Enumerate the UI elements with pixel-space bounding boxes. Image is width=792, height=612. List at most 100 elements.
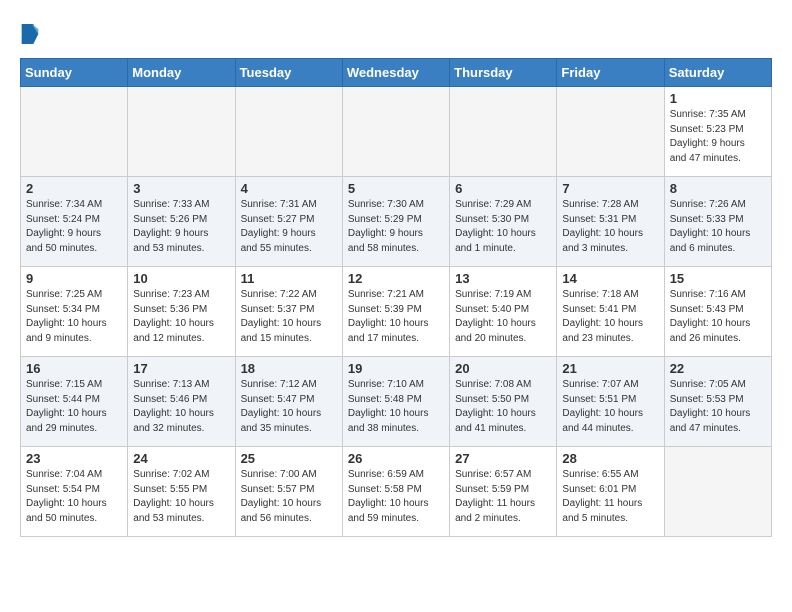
weekday-header-friday: Friday	[557, 59, 664, 87]
day-number: 19	[348, 361, 444, 376]
calendar-table: SundayMondayTuesdayWednesdayThursdayFrid…	[20, 58, 772, 537]
day-number: 18	[241, 361, 337, 376]
day-info: Sunrise: 7:18 AM Sunset: 5:41 PM Dayligh…	[562, 288, 658, 346]
day-info: Sunrise: 7:02 AM Sunset: 5:55 PM Dayligh…	[133, 468, 229, 526]
calendar-cell	[664, 447, 771, 537]
weekday-header-tuesday: Tuesday	[235, 59, 342, 87]
calendar-week-row: 2 Sunrise: 7:34 AM Sunset: 5:24 PM Daylig…	[21, 177, 772, 267]
day-info: Sunrise: 7:08 AM Sunset: 5:50 PM Dayligh…	[455, 378, 551, 436]
day-info: Sunrise: 7:19 AM Sunset: 5:40 PM Dayligh…	[455, 288, 551, 346]
day-info: Sunrise: 7:29 AM Sunset: 5:30 PM Dayligh…	[455, 198, 551, 256]
calendar-cell: 6 Sunrise: 7:29 AM Sunset: 5:30 PM Daylig…	[450, 177, 557, 267]
day-info: Sunrise: 7:12 AM Sunset: 5:47 PM Dayligh…	[241, 378, 337, 436]
day-number: 11	[241, 271, 337, 286]
day-info: Sunrise: 6:55 AM Sunset: 6:01 PM Dayligh…	[562, 468, 658, 526]
day-info: Sunrise: 6:59 AM Sunset: 5:58 PM Dayligh…	[348, 468, 444, 526]
weekday-header-thursday: Thursday	[450, 59, 557, 87]
day-number: 6	[455, 181, 551, 196]
day-info: Sunrise: 7:05 AM Sunset: 5:53 PM Dayligh…	[670, 378, 766, 436]
day-number: 22	[670, 361, 766, 376]
calendar-cell: 28 Sunrise: 6:55 AM Sunset: 6:01 PM Dayli…	[557, 447, 664, 537]
calendar-cell: 5 Sunrise: 7:30 AM Sunset: 5:29 PM Daylig…	[342, 177, 449, 267]
day-info: Sunrise: 7:21 AM Sunset: 5:39 PM Dayligh…	[348, 288, 444, 346]
calendar-cell: 22 Sunrise: 7:05 AM Sunset: 5:53 PM Dayli…	[664, 357, 771, 447]
day-info: Sunrise: 7:22 AM Sunset: 5:37 PM Dayligh…	[241, 288, 337, 346]
day-number: 25	[241, 451, 337, 466]
calendar-header-row: SundayMondayTuesdayWednesdayThursdayFrid…	[21, 59, 772, 87]
day-number: 9	[26, 271, 122, 286]
calendar-cell: 20 Sunrise: 7:08 AM Sunset: 5:50 PM Dayli…	[450, 357, 557, 447]
calendar-cell: 17 Sunrise: 7:13 AM Sunset: 5:46 PM Dayli…	[128, 357, 235, 447]
calendar-cell	[342, 87, 449, 177]
day-info: Sunrise: 7:33 AM Sunset: 5:26 PM Dayligh…	[133, 198, 229, 256]
day-number: 4	[241, 181, 337, 196]
calendar-cell	[557, 87, 664, 177]
calendar-cell: 7 Sunrise: 7:28 AM Sunset: 5:31 PM Daylig…	[557, 177, 664, 267]
calendar-cell: 13 Sunrise: 7:19 AM Sunset: 5:40 PM Dayli…	[450, 267, 557, 357]
day-number: 26	[348, 451, 444, 466]
day-number: 3	[133, 181, 229, 196]
weekday-header-sunday: Sunday	[21, 59, 128, 87]
calendar-week-row: 23 Sunrise: 7:04 AM Sunset: 5:54 PM Dayli…	[21, 447, 772, 537]
calendar-cell: 19 Sunrise: 7:10 AM Sunset: 5:48 PM Dayli…	[342, 357, 449, 447]
day-number: 14	[562, 271, 658, 286]
day-number: 28	[562, 451, 658, 466]
calendar-week-row: 1 Sunrise: 7:35 AM Sunset: 5:23 PM Daylig…	[21, 87, 772, 177]
day-info: Sunrise: 7:07 AM Sunset: 5:51 PM Dayligh…	[562, 378, 658, 436]
calendar-cell: 16 Sunrise: 7:15 AM Sunset: 5:44 PM Dayli…	[21, 357, 128, 447]
calendar-cell: 1 Sunrise: 7:35 AM Sunset: 5:23 PM Daylig…	[664, 87, 771, 177]
day-info: Sunrise: 7:15 AM Sunset: 5:44 PM Dayligh…	[26, 378, 122, 436]
weekday-header-saturday: Saturday	[664, 59, 771, 87]
calendar-cell	[128, 87, 235, 177]
day-info: Sunrise: 6:57 AM Sunset: 5:59 PM Dayligh…	[455, 468, 551, 526]
day-info: Sunrise: 7:35 AM Sunset: 5:23 PM Dayligh…	[670, 108, 766, 166]
day-number: 27	[455, 451, 551, 466]
day-number: 16	[26, 361, 122, 376]
day-info: Sunrise: 7:25 AM Sunset: 5:34 PM Dayligh…	[26, 288, 122, 346]
calendar-cell: 2 Sunrise: 7:34 AM Sunset: 5:24 PM Daylig…	[21, 177, 128, 267]
day-number: 7	[562, 181, 658, 196]
day-info: Sunrise: 7:30 AM Sunset: 5:29 PM Dayligh…	[348, 198, 444, 256]
day-info: Sunrise: 7:28 AM Sunset: 5:31 PM Dayligh…	[562, 198, 658, 256]
day-number: 23	[26, 451, 122, 466]
calendar-cell: 3 Sunrise: 7:33 AM Sunset: 5:26 PM Daylig…	[128, 177, 235, 267]
day-number: 24	[133, 451, 229, 466]
logo	[20, 20, 42, 48]
calendar-cell: 9 Sunrise: 7:25 AM Sunset: 5:34 PM Daylig…	[21, 267, 128, 357]
day-number: 20	[455, 361, 551, 376]
day-info: Sunrise: 7:04 AM Sunset: 5:54 PM Dayligh…	[26, 468, 122, 526]
calendar-cell: 4 Sunrise: 7:31 AM Sunset: 5:27 PM Daylig…	[235, 177, 342, 267]
calendar-cell: 15Sunrise: 7:16 AM Sunset: 5:43 PM Dayli…	[664, 267, 771, 357]
calendar-cell: 12 Sunrise: 7:21 AM Sunset: 5:39 PM Dayli…	[342, 267, 449, 357]
calendar-cell: 23 Sunrise: 7:04 AM Sunset: 5:54 PM Dayli…	[21, 447, 128, 537]
weekday-header-monday: Monday	[128, 59, 235, 87]
day-number: 13	[455, 271, 551, 286]
calendar-week-row: 9 Sunrise: 7:25 AM Sunset: 5:34 PM Daylig…	[21, 267, 772, 357]
calendar-cell: 10Sunrise: 7:23 AM Sunset: 5:36 PM Dayli…	[128, 267, 235, 357]
calendar-cell: 11 Sunrise: 7:22 AM Sunset: 5:37 PM Dayli…	[235, 267, 342, 357]
day-info: Sunrise: 7:31 AM Sunset: 5:27 PM Dayligh…	[241, 198, 337, 256]
day-number: 21	[562, 361, 658, 376]
day-number: 2	[26, 181, 122, 196]
day-number: 17	[133, 361, 229, 376]
day-info: Sunrise: 7:13 AM Sunset: 5:46 PM Dayligh…	[133, 378, 229, 436]
calendar-cell: 24 Sunrise: 7:02 AM Sunset: 5:55 PM Dayli…	[128, 447, 235, 537]
day-info: Sunrise: 7:10 AM Sunset: 5:48 PM Dayligh…	[348, 378, 444, 436]
day-info: Sunrise: 7:23 AM Sunset: 5:36 PM Dayligh…	[133, 288, 229, 346]
calendar-cell	[235, 87, 342, 177]
day-info: Sunrise: 7:26 AM Sunset: 5:33 PM Dayligh…	[670, 198, 766, 256]
calendar-cell: 18 Sunrise: 7:12 AM Sunset: 5:47 PM Dayli…	[235, 357, 342, 447]
page-header	[20, 20, 772, 48]
weekday-header-wednesday: Wednesday	[342, 59, 449, 87]
day-info: Sunrise: 7:00 AM Sunset: 5:57 PM Dayligh…	[241, 468, 337, 526]
day-info: Sunrise: 7:16 AM Sunset: 5:43 PM Dayligh…	[670, 288, 766, 346]
day-info: Sunrise: 7:34 AM Sunset: 5:24 PM Dayligh…	[26, 198, 122, 256]
day-number: 12	[348, 271, 444, 286]
calendar-cell	[21, 87, 128, 177]
day-number: 5	[348, 181, 444, 196]
calendar-cell: 8 Sunrise: 7:26 AM Sunset: 5:33 PM Daylig…	[664, 177, 771, 267]
calendar-cell: 25 Sunrise: 7:00 AM Sunset: 5:57 PM Dayli…	[235, 447, 342, 537]
calendar-cell	[450, 87, 557, 177]
day-number: 1	[670, 91, 766, 106]
day-number: 8	[670, 181, 766, 196]
